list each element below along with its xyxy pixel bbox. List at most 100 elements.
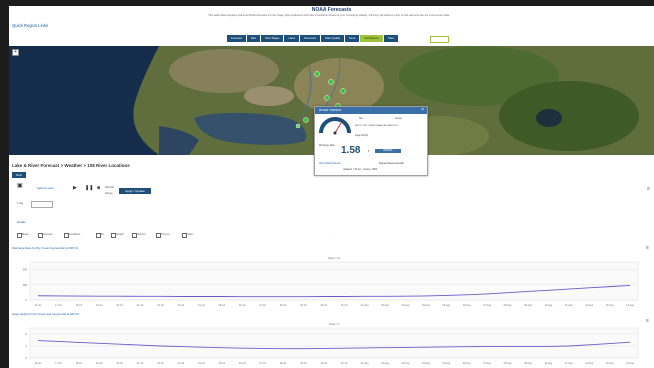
chart2-x-tick-2: 18-Jul: [76, 362, 83, 365]
range-from-value: 1 day: [17, 202, 24, 205]
chart2-subtitle: Stage / ft: [329, 322, 340, 326]
nav-tab-snow[interactable]: Snow: [345, 35, 360, 42]
chart1: Stage / cfs 0 100 200 16-Jul 17-Jul 18-Jul 19-J…: [12, 254, 650, 310]
page-subtitle: This table below displays real-time NOAA…: [208, 14, 450, 17]
chart2-x-tick-1: 17-Jul: [55, 362, 62, 365]
chart2-plot-area: [29, 327, 639, 359]
chart2-x-tick-13: 29-Jul: [300, 362, 307, 365]
chart1-x-tick-5: 21-Jul: [137, 304, 144, 307]
chart1-subtitle: Stage / cfs: [328, 256, 341, 260]
nav-tab-soil-moisture[interactable]: Soil Moisture: [360, 35, 383, 42]
chart2-x-tick-20: 05-Aug: [442, 362, 450, 365]
chart2-x-tick-15: 31-Jul: [341, 362, 348, 365]
chart2-x-tick-16: 01-Aug: [361, 362, 369, 365]
calendar-icon[interactable]: ▣: [17, 182, 23, 189]
apply-update-button[interactable]: Apply / Update: [119, 188, 151, 194]
chart1-x-tick-1: 17-Jul: [55, 304, 62, 307]
nav-tab-lakes[interactable]: Lakes: [284, 35, 300, 42]
chart1-x-tick-26: 11-Aug: [565, 304, 573, 307]
nav-tab-tides[interactable]: Tides: [383, 35, 398, 42]
chart1-x-tick-22: 07-Aug: [483, 304, 491, 307]
details-tab[interactable]: Details: [17, 220, 26, 224]
map-zoom-button[interactable]: +: [12, 49, 19, 56]
close-icon[interactable]: ×: [421, 107, 424, 113]
chart2: Stage / ft 0 1 2 16-Jul 17-Jul 18-Jul 19-Jul 20-…: [12, 320, 650, 368]
station-popup: RIVER TRENDS × Site Gauge DRYC1 DRY CREE…: [314, 106, 428, 176]
chart1-x-tick-28: 13-Aug: [606, 304, 614, 307]
nav-tab-rain[interactable]: Rain: [246, 35, 261, 42]
chart2-x-tick-19: 04-Aug: [422, 362, 430, 365]
chart1-x-tick-29: 14-Aug: [626, 304, 634, 307]
option-label-1: Account: [43, 233, 53, 236]
chart2-title: Gage Height for Dry Creek near Geyservil…: [12, 312, 80, 316]
chart1-x-tick-2: 18-Jul: [76, 304, 83, 307]
chart2-x-tick-26: 11-Aug: [565, 362, 573, 365]
chart2-x-tick-18: 03-Aug: [402, 362, 410, 365]
chart2-x-tick-6: 22-Jul: [157, 362, 164, 365]
chart1-x-tick-16: 01-Aug: [361, 304, 369, 307]
option-label-6: Time to: [161, 233, 170, 236]
next-tag[interactable]: Next: [12, 172, 26, 178]
range-from-input[interactable]: [31, 201, 53, 208]
nav-tab-forecasts[interactable]: Forecasts: [227, 35, 246, 42]
page: NOAA Forecasts This table below displays…: [9, 6, 654, 368]
chart1-plot-area: [29, 261, 639, 301]
chart1-x-tick-17: 02-Aug: [381, 304, 389, 307]
chart2-x-tick-25: 10-Aug: [544, 362, 552, 365]
chart1-x-tick-8: 24-Jul: [198, 304, 205, 307]
nav-search-input[interactable]: [430, 36, 449, 43]
popup-col-right: Gauge: [395, 118, 402, 120]
play-icon[interactable]: ▶: [73, 185, 77, 191]
pause-icon[interactable]: ❚❚: [85, 185, 93, 191]
chart1-x-tick-9: 25-Jul: [218, 304, 225, 307]
chart2-x-tick-12: 28-Jul: [280, 362, 287, 365]
chart1-title: Discharge Rate for Dry Creek (Geyservill…: [12, 246, 79, 250]
chart1-x-tick-13: 29-Jul: [300, 304, 307, 307]
chart1-menu-icon[interactable]: ≡: [646, 245, 649, 251]
chart2-x-tick-11: 27-Jul: [259, 362, 266, 365]
popup-link-alert[interactable]: Request Review as Alert: [379, 163, 404, 165]
chart1-y-tick-2: 200: [23, 268, 28, 272]
chart2-x-tick-28: 13-Aug: [606, 362, 614, 365]
popup-link-forecast[interactable]: View NOAA Forecast: [319, 163, 341, 165]
popup-status: NORMAL: [375, 149, 401, 153]
chart2-x-tick-22: 07-Aug: [483, 362, 491, 365]
popup-value-label: Discharge Rate: [319, 145, 335, 147]
chart1-x-tick-6: 22-Jul: [157, 304, 164, 307]
chart1-x-tick-4: 20-Jul: [116, 304, 123, 307]
quick-region-links[interactable]: Quick Region Links: [12, 23, 48, 28]
chart2-y-tick-2: 2: [26, 332, 28, 336]
chart1-x-tick-12: 28-Jul: [280, 304, 287, 307]
panel-menu-icon[interactable]: ≡: [647, 186, 650, 192]
popup-col-left: Site: [359, 118, 363, 120]
chart1-y-tick-1: 100: [23, 283, 28, 287]
chart1-x-tick-25: 10-Aug: [544, 304, 552, 307]
chart1-x-tick-15: 31-Jul: [341, 304, 348, 307]
chart2-x-tick-5: 21-Jul: [137, 362, 144, 365]
select-view-link[interactable]: Select a view: [37, 186, 53, 190]
chart1-x-tick-27: 12-Aug: [585, 304, 593, 307]
chart2-x-tick-24: 09-Aug: [524, 362, 532, 365]
nav-tab-reservoirs[interactable]: Reservoirs: [300, 35, 321, 42]
chart2-x-tick-8: 24-Jul: [198, 362, 205, 365]
popup-value: 1.58: [341, 145, 361, 156]
chart1-x-tick-18: 03-Aug: [402, 304, 410, 307]
chart1-x-tick-14: 30-Jul: [321, 304, 328, 307]
nav-bar: Forecasts Rain River Stages Lakes Reservoirs…: [227, 35, 398, 42]
chart2-x-tick-4: 20-Jul: [116, 362, 123, 365]
popup-stage-label: Gage Height: [355, 135, 368, 137]
chart2-x-tick-10: 26-Jul: [239, 362, 246, 365]
option-label-2: Locations: [69, 233, 81, 236]
chart2-x-tick-21: 06-Aug: [463, 362, 471, 365]
page-title: NOAA Forecasts: [311, 7, 352, 13]
chart2-x-tick-0: 16-Jul: [35, 362, 42, 365]
section-title: Lake & River Forecast > Weather > 108 Ri…: [12, 163, 130, 168]
nav-tab-river-stages[interactable]: River Stages: [261, 35, 284, 42]
chart2-x-tick-23: 08-Aug: [504, 362, 512, 365]
chart1-x-tick-3: 19-Jul: [96, 304, 103, 307]
chart2-y-tick-1: 1: [26, 344, 28, 348]
stop-icon[interactable]: ■: [97, 185, 100, 191]
nav-tab-water-quality[interactable]: Water Quality: [321, 35, 345, 42]
chart2-x-tick-17: 02-Aug: [381, 362, 389, 365]
chart1-x-tick-11: 27-Jul: [259, 304, 266, 307]
